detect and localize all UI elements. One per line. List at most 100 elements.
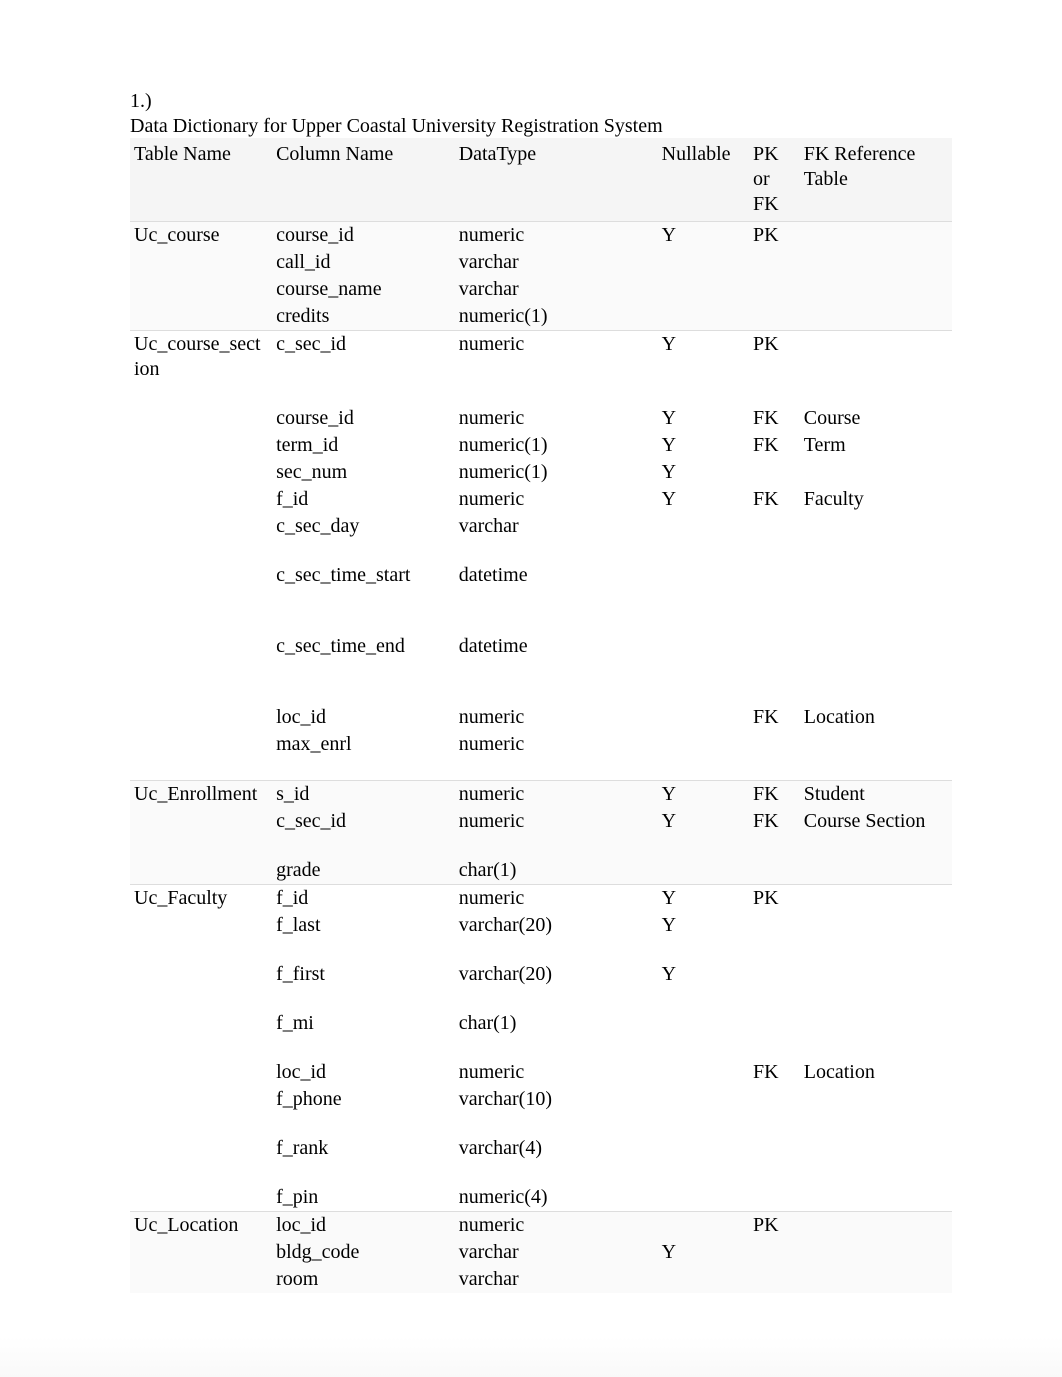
table-row: max_enrlnumeric bbox=[130, 731, 952, 758]
cell-pk-or-fk: PK bbox=[749, 884, 800, 912]
cell-datatype: numeric bbox=[455, 331, 658, 384]
cell-column-name: c_sec_id bbox=[272, 331, 455, 384]
gap-cell bbox=[130, 1113, 952, 1135]
table-row bbox=[130, 682, 952, 704]
cell-nullable: Y bbox=[658, 222, 749, 250]
cell-fk-reference: Course bbox=[800, 405, 952, 432]
cell-nullable: Y bbox=[658, 405, 749, 432]
table-row: f_rankvarchar(4) bbox=[130, 1135, 952, 1162]
cell-column-name: f_id bbox=[272, 486, 455, 513]
table-row: Uc_course_sectionc_sec_idnumericYPK bbox=[130, 331, 952, 384]
cell-datatype: varchar bbox=[455, 276, 658, 303]
table-row: loc_idnumericFKLocation bbox=[130, 1059, 952, 1086]
cell-column-name: f_last bbox=[272, 912, 455, 939]
cell-fk-reference bbox=[800, 912, 952, 939]
cell-nullable: Y bbox=[658, 331, 749, 384]
cell-fk-reference bbox=[800, 884, 952, 912]
cell-table-name: Uc_course_section bbox=[130, 331, 272, 384]
cell-fk-reference bbox=[800, 331, 952, 384]
cell-column-name: sec_num bbox=[272, 459, 455, 486]
cell-table-name bbox=[130, 276, 272, 303]
cell-nullable bbox=[658, 513, 749, 540]
cell-fk-reference bbox=[800, 249, 952, 276]
cell-column-name: credits bbox=[272, 303, 455, 331]
cell-datatype: numeric(1) bbox=[455, 303, 658, 331]
cell-column-name: course_id bbox=[272, 405, 455, 432]
cell-nullable bbox=[658, 562, 749, 589]
cell-datatype: varchar bbox=[455, 249, 658, 276]
cell-table-name: Uc_Faculty bbox=[130, 884, 272, 912]
gap-cell bbox=[130, 758, 952, 780]
cell-nullable bbox=[658, 1266, 749, 1293]
cell-datatype: datetime bbox=[455, 562, 658, 589]
cell-fk-reference: Faculty bbox=[800, 486, 952, 513]
table-row bbox=[130, 589, 952, 611]
cell-datatype: datetime bbox=[455, 633, 658, 660]
table-row: course_idnumericYFKCourse bbox=[130, 405, 952, 432]
cell-fk-reference bbox=[800, 731, 952, 758]
cell-table-name bbox=[130, 486, 272, 513]
cell-table-name bbox=[130, 1010, 272, 1037]
table-row bbox=[130, 939, 952, 961]
table-row: Uc_Facultyf_idnumericYPK bbox=[130, 884, 952, 912]
cell-fk-reference bbox=[800, 303, 952, 331]
cell-fk-reference bbox=[800, 1211, 952, 1239]
cell-nullable: Y bbox=[658, 961, 749, 988]
cell-nullable: Y bbox=[658, 486, 749, 513]
cell-datatype: numeric bbox=[455, 884, 658, 912]
cell-pk-or-fk: FK bbox=[749, 405, 800, 432]
cell-pk-or-fk: FK bbox=[749, 704, 800, 731]
gap-cell bbox=[130, 988, 952, 1010]
cell-datatype: varchar bbox=[455, 1266, 658, 1293]
table-row bbox=[130, 1113, 952, 1135]
cell-table-name bbox=[130, 731, 272, 758]
cell-table-name bbox=[130, 513, 272, 540]
table-row: bldg_codevarcharY bbox=[130, 1239, 952, 1266]
cell-table-name bbox=[130, 432, 272, 459]
table-row: f_phonevarchar(10) bbox=[130, 1086, 952, 1113]
cell-pk-or-fk bbox=[749, 303, 800, 331]
cell-pk-or-fk bbox=[749, 633, 800, 660]
gap-cell bbox=[130, 611, 952, 633]
document-title: Data Dictionary for Upper Coastal Univer… bbox=[130, 115, 952, 138]
cell-pk-or-fk bbox=[749, 1239, 800, 1266]
cell-fk-reference bbox=[800, 459, 952, 486]
cell-fk-reference bbox=[800, 633, 952, 660]
table-row bbox=[130, 540, 952, 562]
cell-fk-reference bbox=[800, 513, 952, 540]
cell-pk-or-fk bbox=[749, 562, 800, 589]
table-row bbox=[130, 988, 952, 1010]
gap-cell bbox=[130, 1037, 952, 1059]
cell-datatype: numeric bbox=[455, 222, 658, 250]
table-row: term_idnumeric(1)YFKTerm bbox=[130, 432, 952, 459]
cell-pk-or-fk bbox=[749, 1266, 800, 1293]
cell-fk-reference: Student bbox=[800, 780, 952, 808]
cell-pk-or-fk bbox=[749, 513, 800, 540]
table-row: c_sec_dayvarchar bbox=[130, 513, 952, 540]
table-row: Uc_coursecourse_idnumericYPK bbox=[130, 222, 952, 250]
cell-column-name: max_enrl bbox=[272, 731, 455, 758]
table-row: c_sec_time_enddatetime bbox=[130, 633, 952, 660]
table-row bbox=[130, 835, 952, 857]
cell-column-name: c_sec_time_start bbox=[272, 562, 455, 589]
cell-datatype: numeric(4) bbox=[455, 1184, 658, 1212]
cell-datatype: numeric bbox=[455, 731, 658, 758]
header-datatype: DataType bbox=[455, 138, 658, 222]
cell-nullable: Y bbox=[658, 884, 749, 912]
table-row: Uc_Enrollments_idnumericYFKStudent bbox=[130, 780, 952, 808]
cell-column-name: c_sec_time_end bbox=[272, 633, 455, 660]
cell-table-name: Uc_Enrollment bbox=[130, 780, 272, 808]
cell-nullable: Y bbox=[658, 912, 749, 939]
cell-fk-reference bbox=[800, 1266, 952, 1293]
cell-pk-or-fk bbox=[749, 249, 800, 276]
cell-pk-or-fk: FK bbox=[749, 808, 800, 835]
cell-table-name bbox=[130, 704, 272, 731]
table-header-row: Table Name Column Name DataType Nullable… bbox=[130, 138, 952, 222]
header-table-name: Table Name bbox=[130, 138, 272, 222]
cell-fk-reference bbox=[800, 857, 952, 885]
table-row: f_lastvarchar(20)Y bbox=[130, 912, 952, 939]
table-row: f_idnumericYFKFaculty bbox=[130, 486, 952, 513]
cell-datatype: numeric bbox=[455, 405, 658, 432]
table-body: Uc_coursecourse_idnumericYPKcall_idvarch… bbox=[130, 222, 952, 1293]
table-row: c_sec_time_startdatetime bbox=[130, 562, 952, 589]
